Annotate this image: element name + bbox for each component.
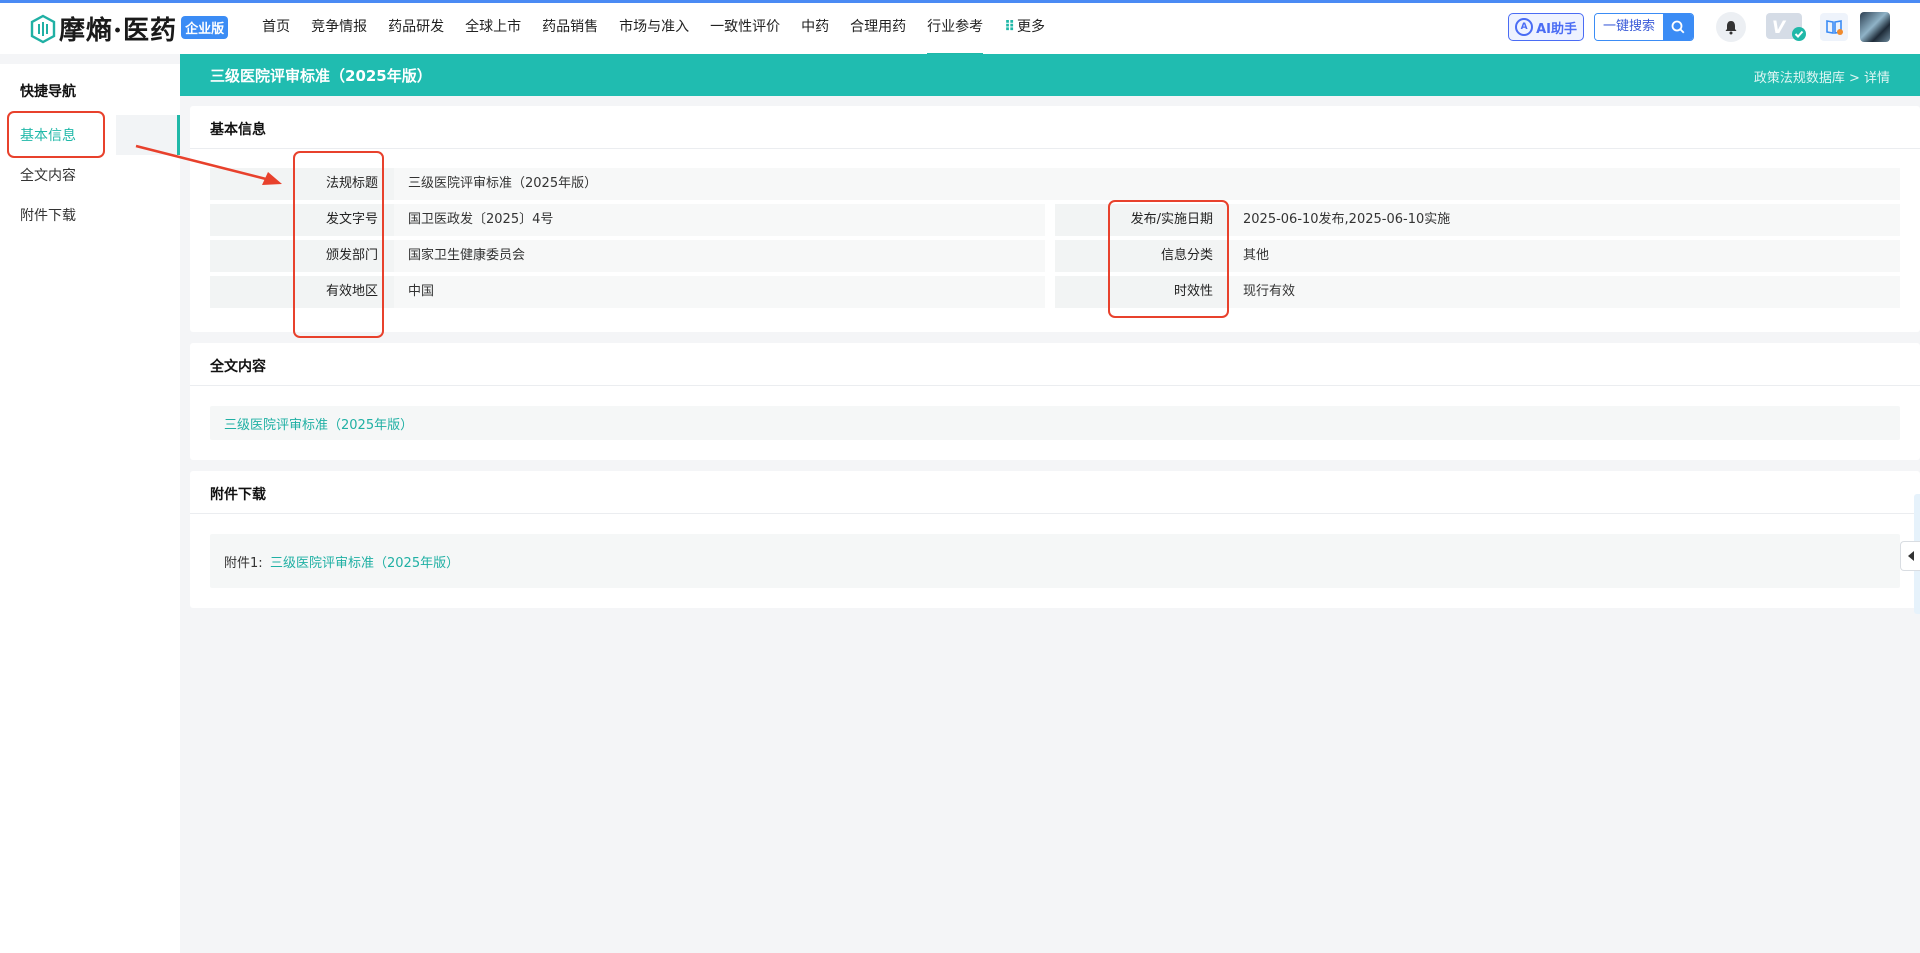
vip-icon[interactable]: V bbox=[1766, 12, 1806, 42]
nav-item-industry-ref[interactable]: 行业参考 bbox=[927, 2, 984, 55]
info-row-department: 颁发部门 国家卫生健康委员会 信息分类 其他 bbox=[210, 240, 1900, 272]
info-row-doc-number: 发文字号 国卫医政发〔2025〕4号 发布/实施日期 2025-06-10发布,… bbox=[210, 204, 1900, 236]
collapse-panel-button[interactable] bbox=[1900, 541, 1920, 571]
annotation-highlight-labels-right bbox=[1108, 200, 1229, 318]
nav-item-drug-rd[interactable]: 药品研发 bbox=[388, 2, 444, 53]
nav-item-tcm[interactable]: 中药 bbox=[801, 2, 829, 53]
value-validity: 现行有效 bbox=[1229, 276, 1900, 308]
ai-icon: A bbox=[1515, 18, 1534, 36]
nav-item-consistency-eval[interactable]: 一致性评价 bbox=[710, 2, 780, 53]
quick-search-label: 一键搜索 bbox=[1594, 14, 1663, 40]
info-row-title: 法规标题 三级医院评审标准（2025年版） bbox=[210, 168, 1900, 200]
basic-info-card: 基本信息 法规标题 三级医院评审标准（2025年版） 发文字号 国卫医政发〔20… bbox=[190, 106, 1920, 332]
full-text-link[interactable]: 三级医院评审标准（2025年版） bbox=[224, 414, 413, 433]
guide-book-icon[interactable] bbox=[1820, 13, 1848, 41]
value-department: 国家卫生健康委员会 bbox=[394, 240, 1045, 272]
full-text-link-box: 三级医院评审标准（2025年版） bbox=[210, 406, 1900, 440]
value-publish-date: 2025-06-10发布,2025-06-10实施 bbox=[1229, 204, 1900, 236]
nav-item-more[interactable]: ⠿ 更多 bbox=[1004, 2, 1045, 53]
ai-assistant-button[interactable]: A AI助手 bbox=[1508, 13, 1584, 41]
notification-bell-icon[interactable] bbox=[1716, 12, 1746, 42]
breadcrumb[interactable]: 政策法规数据库 > 详情 bbox=[1754, 67, 1890, 86]
quick-search-button[interactable]: 一键搜索 bbox=[1593, 13, 1694, 41]
info-row-region: 有效地区 中国 时效性 现行有效 bbox=[210, 276, 1900, 308]
value-regulation-title: 三级医院评审标准（2025年版） bbox=[394, 168, 1900, 200]
annotation-arrow-icon bbox=[135, 144, 282, 185]
main-nav: 首页 竞争情报 药品研发 全球上市 药品销售 市场与准入 一致性评价 中药 合理… bbox=[262, 2, 1066, 56]
sidebar-item-attachments[interactable]: 附件下载 bbox=[20, 205, 76, 225]
value-region: 中国 bbox=[394, 276, 1045, 308]
value-doc-number: 国卫医政发〔2025〕4号 bbox=[394, 204, 1045, 236]
ai-assistant-label: AI助手 bbox=[1536, 21, 1577, 37]
divider bbox=[190, 385, 1920, 386]
nav-item-drug-sales[interactable]: 药品销售 bbox=[542, 2, 598, 53]
annotation-highlight-labels-left bbox=[293, 151, 384, 338]
caret-left-icon bbox=[1907, 551, 1914, 561]
divider bbox=[190, 513, 1920, 514]
full-text-card: 全文内容 三级医院评审标准（2025年版） bbox=[190, 343, 1920, 460]
attachment-prefix: 附件1: bbox=[224, 556, 263, 571]
full-text-title: 全文内容 bbox=[210, 359, 266, 375]
value-category: 其他 bbox=[1229, 240, 1900, 272]
nav-more-label: 更多 bbox=[1017, 18, 1046, 35]
nav-item-market-access[interactable]: 市场与准入 bbox=[619, 2, 689, 53]
nav-item-competitive-intel[interactable]: 竞争情报 bbox=[311, 2, 367, 53]
attachment-box: 附件1: 三级医院评审标准（2025年版） bbox=[210, 534, 1900, 588]
grid-dots-icon: ⠿ bbox=[1004, 18, 1016, 35]
attachments-card: 附件下载 附件1: 三级医院评审标准（2025年版） bbox=[190, 471, 1920, 608]
nav-item-global-launch[interactable]: 全球上市 bbox=[465, 2, 521, 53]
page-header: 三级医院评审标准（2025年版） 政策法规数据库 > 详情 bbox=[180, 54, 1920, 96]
nav-item-rational-use[interactable]: 合理用药 bbox=[850, 2, 906, 53]
divider bbox=[190, 148, 1920, 149]
toolbar: A AI助手 一键搜索 V bbox=[1508, 12, 1890, 42]
user-avatar[interactable] bbox=[1860, 12, 1890, 42]
attachments-title: 附件下载 bbox=[210, 487, 266, 503]
search-icon bbox=[1663, 14, 1693, 40]
attachment-link[interactable]: 三级医院评审标准（2025年版） bbox=[270, 552, 459, 571]
svg-text:V: V bbox=[1772, 18, 1787, 38]
